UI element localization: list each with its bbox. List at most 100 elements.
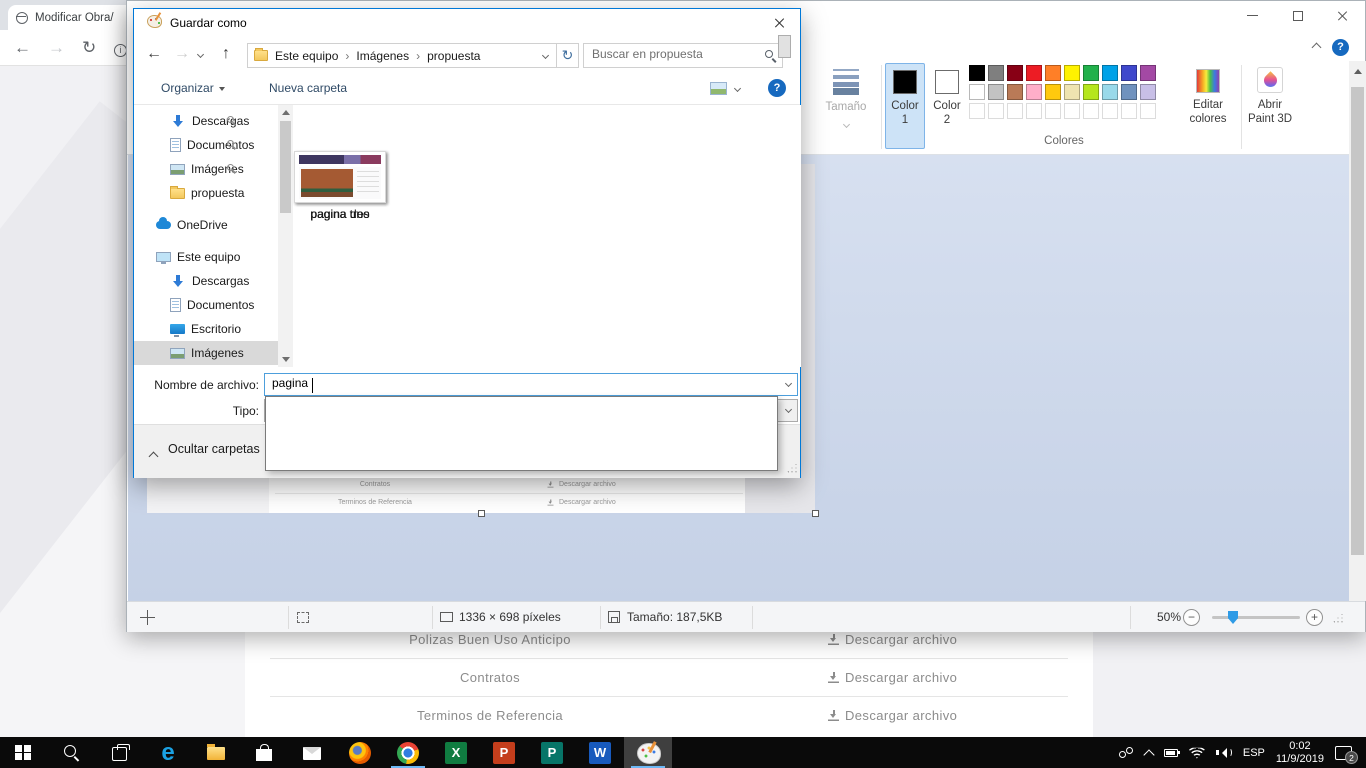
nav-item[interactable]: Documentos [134, 293, 278, 317]
palette-color[interactable] [1045, 84, 1061, 100]
palette-color[interactable] [1064, 84, 1080, 100]
filename-dropdown-icon[interactable] [785, 380, 792, 387]
breadcrumb[interactable]: Este equipoImágenespropuesta [247, 43, 557, 68]
download-link[interactable]: Descargar archivo [828, 670, 957, 685]
taskbar-app-slot[interactable] [528, 737, 576, 768]
scroll-up-icon[interactable] [282, 110, 290, 115]
taskbar-app-slot[interactable] [624, 737, 672, 768]
breadcrumb-segment[interactable]: Imágenes [356, 49, 427, 63]
organize-button[interactable]: Organizar [161, 81, 225, 95]
palette-color[interactable] [1026, 65, 1042, 81]
palette-color[interactable] [1102, 84, 1118, 100]
palette-color[interactable] [988, 84, 1004, 100]
taskbar-app-slot[interactable] [0, 737, 48, 768]
nav-item[interactable]: Descargas [134, 269, 278, 293]
scroll-up-icon[interactable] [1354, 69, 1362, 74]
palette-empty-slot[interactable] [1083, 103, 1099, 119]
forward-icon[interactable]: → [174, 45, 190, 63]
nav-scrollbar[interactable] [278, 105, 293, 367]
refresh-button[interactable]: ↻ [557, 43, 579, 68]
maximize-button[interactable] [1275, 1, 1320, 30]
selection-handle-corner[interactable] [812, 510, 819, 517]
back-icon[interactable]: ← [146, 45, 162, 63]
palette-empty-slot[interactable] [1026, 103, 1042, 119]
palette-color[interactable] [1140, 65, 1156, 81]
nav-item[interactable]: OneDrive [134, 213, 278, 237]
palette-empty-slot[interactable] [1007, 103, 1023, 119]
resize-grip[interactable] [1333, 613, 1343, 623]
people-icon[interactable] [1118, 747, 1134, 759]
filename-input[interactable] [272, 376, 762, 390]
breadcrumb-segment[interactable]: propuesta [427, 49, 480, 63]
taskbar-app-slot[interactable] [192, 737, 240, 768]
edit-colors-button[interactable]: Editar colores [1177, 63, 1239, 126]
download-link[interactable]: Descargar archivo [828, 708, 957, 723]
browser-back-icon[interactable]: ← [14, 38, 31, 58]
color1-button[interactable]: Color 1 [885, 63, 925, 149]
wifi-icon[interactable] [1189, 747, 1205, 759]
minimize-button[interactable] [1230, 1, 1275, 30]
palette-color[interactable] [1121, 65, 1137, 81]
palette-color[interactable] [1083, 65, 1099, 81]
browser-refresh-icon[interactable]: ↻ [82, 38, 96, 58]
dialog-close-button[interactable] [766, 13, 794, 33]
palette-color[interactable] [1026, 84, 1042, 100]
filename-suggestions-panel[interactable] [265, 396, 778, 471]
canvas-scrollbar[interactable] [1349, 61, 1366, 601]
taskbar-app-slot[interactable] [288, 737, 336, 768]
nav-item[interactable]: propuesta [134, 181, 278, 205]
nav-item[interactable]: Imágenes [134, 341, 278, 365]
new-folder-button[interactable]: Nueva carpeta [269, 81, 347, 95]
language-indicator[interactable]: ESP [1243, 747, 1265, 759]
palette-empty-slot[interactable] [1102, 103, 1118, 119]
taskbar-app-slot[interactable] [480, 737, 528, 768]
palette-color[interactable] [969, 65, 985, 81]
palette-color[interactable] [1121, 84, 1137, 100]
taskbar-app-slot[interactable] [48, 737, 96, 768]
nav-item[interactable]: Descargas [134, 109, 278, 133]
palette-empty-slot[interactable] [1064, 103, 1080, 119]
zoom-in-button[interactable]: + [1306, 609, 1323, 626]
battery-icon[interactable] [1164, 749, 1178, 757]
palette-color[interactable] [1045, 65, 1061, 81]
taskbar-app-slot[interactable] [240, 737, 288, 768]
view-mode-icon[interactable] [710, 82, 727, 95]
breadcrumb-segment[interactable]: Este equipo [275, 49, 356, 63]
palette-empty-slot[interactable] [1045, 103, 1061, 119]
taskbar-app-slot[interactable] [96, 737, 144, 768]
palette-empty-slot[interactable] [1140, 103, 1156, 119]
palette-empty-slot[interactable] [988, 103, 1004, 119]
action-center-icon[interactable]: 2 [1335, 746, 1352, 760]
browser-tab[interactable]: Modificar Obra/ [8, 5, 134, 30]
palette-empty-slot[interactable] [1121, 103, 1137, 119]
file-item[interactable]: pagina uno [294, 151, 386, 221]
palette-color[interactable] [1083, 84, 1099, 100]
nav-item[interactable]: Documentos [134, 133, 278, 157]
zoom-slider-track[interactable] [1212, 616, 1300, 619]
palette-color[interactable] [1007, 65, 1023, 81]
taskbar-app-slot[interactable] [384, 737, 432, 768]
paint-help-button[interactable]: ? [1332, 39, 1349, 56]
nav-item[interactable]: Imágenes [134, 157, 278, 181]
dialog-resize-grip[interactable] [787, 463, 797, 473]
download-link[interactable]: Descargar archivo [828, 632, 957, 647]
scroll-down-icon[interactable] [282, 357, 290, 362]
taskbar-app-slot[interactable] [576, 737, 624, 768]
help-button[interactable]: ? [768, 79, 786, 97]
taskbar-app-slot[interactable] [144, 737, 192, 768]
volume-icon[interactable] [1216, 747, 1232, 759]
open-paint3d-button[interactable]: Abrir Paint 3D [1245, 63, 1295, 126]
recent-locations-icon[interactable] [197, 51, 204, 58]
zoom-slider-thumb[interactable] [1228, 611, 1238, 624]
browser-forward-icon[interactable]: → [48, 38, 65, 58]
taskbar-app-slot[interactable] [336, 737, 384, 768]
scrollbar-thumb[interactable] [280, 121, 291, 213]
zoom-out-button[interactable]: − [1183, 609, 1200, 626]
search-input[interactable] [592, 47, 752, 61]
selection-handle-bottom[interactable] [478, 510, 485, 517]
nav-item[interactable]: Escritorio [134, 317, 278, 341]
size-button[interactable]: Tamaño [816, 63, 876, 132]
taskbar-app-slot[interactable] [432, 737, 480, 768]
palette-color[interactable] [1007, 84, 1023, 100]
collapse-ribbon-icon[interactable] [1312, 43, 1322, 53]
